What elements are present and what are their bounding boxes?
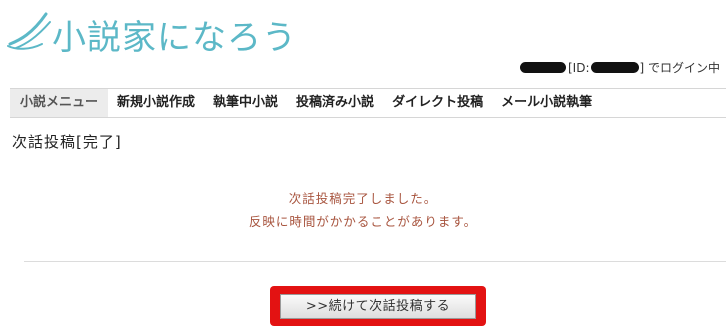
site-logo[interactable]: 小説家になろう bbox=[6, 4, 296, 58]
menu-item-posted-novels[interactable]: 投稿済み小説 bbox=[287, 89, 383, 117]
login-status: [ID: ] でログイン中 bbox=[519, 59, 721, 76]
menu-item-direct-post[interactable]: ダイレクト投稿 bbox=[383, 89, 492, 117]
continue-next-episode-button[interactable]: >>続けて次話投稿する bbox=[280, 294, 476, 319]
login-id-suffix: ] でログイン中 bbox=[639, 61, 721, 75]
page-title: 次話投稿[完了] bbox=[12, 133, 122, 151]
menu-item-mail-writing[interactable]: メール小説執筆 bbox=[492, 89, 601, 117]
redacted-username bbox=[519, 62, 566, 73]
logo-text: 小説家になろう bbox=[52, 18, 297, 58]
main-menu: 小説メニュー 新規小説作成 執筆中小説 投稿済み小説 ダイレクト投稿 メール小説… bbox=[10, 88, 726, 118]
menu-item-novel-menu[interactable]: 小説メニュー bbox=[10, 89, 109, 117]
divider bbox=[24, 261, 726, 262]
login-id-prefix: [ID: bbox=[567, 60, 590, 75]
completion-message: 次話投稿完了しました。 bbox=[288, 191, 438, 206]
reflection-notice: 反映に時間がかかることがあります。 bbox=[248, 214, 478, 229]
menu-item-drafts[interactable]: 執筆中小説 bbox=[204, 89, 287, 117]
redacted-user-id bbox=[590, 62, 639, 73]
menu-item-new-novel[interactable]: 新規小説作成 bbox=[108, 89, 204, 117]
